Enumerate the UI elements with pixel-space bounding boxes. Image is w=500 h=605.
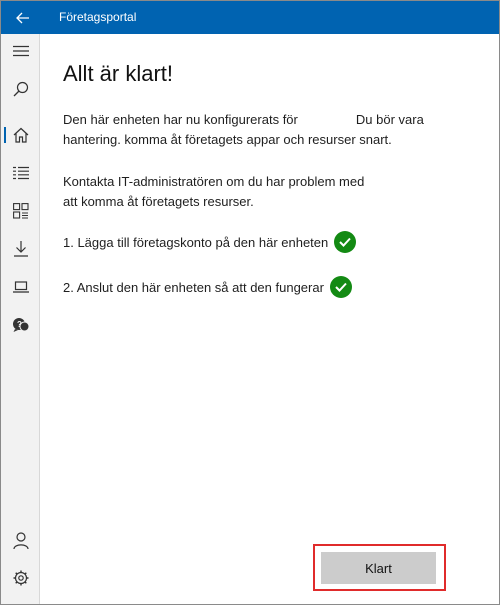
hamburger-menu-button[interactable] [1,34,40,68]
sidebar-item-devices[interactable] [1,270,40,304]
user-icon [12,531,29,549]
contact-admin-message: Kontakta IT-administratören om du har pr… [63,172,463,212]
checkmark-icon [329,276,352,298]
contact-admin-part2: att komma åt företagets resurser. [63,194,254,209]
hamburger-menu-icon [12,45,29,57]
setup-message-part1: Den här enheten har nu konfigurerats för [63,112,298,127]
app-window: Företagsportal ? Allt är klart! Den här … [0,0,500,605]
page-title: Allt är klart! [63,61,174,86]
sidebar-item-home[interactable] [1,118,40,152]
sidebar-item-search[interactable] [1,72,40,106]
sidebar-item-apps[interactable] [1,194,40,228]
list-icon [12,166,29,180]
step-label: 1. Lägga till företagskonto på den här e… [63,234,329,250]
help-chat-icon: ? [12,318,29,332]
setup-message-part3: hantering. komma åt företagets appar och… [63,132,392,147]
done-button[interactable]: Klart [321,552,436,584]
svg-text:?: ? [17,320,22,329]
step-connect-device: 2. Anslut den här enheten så att den fun… [63,275,352,299]
laptop-icon [12,281,29,293]
sidebar-item-list[interactable] [1,156,40,190]
sidebar-item-help[interactable]: ? [1,308,40,342]
checkmark-icon [334,231,357,253]
back-button[interactable] [1,1,45,34]
main-content: Allt är klart! Den här enheten har nu ko… [41,34,499,604]
sidebar-item-account[interactable] [1,523,40,557]
home-icon [13,127,28,143]
contact-admin-part1: Kontakta IT-administratören om du har pr… [63,174,365,189]
step-add-work-account: 1. Lägga till företagskonto på den här e… [63,230,357,254]
sidebar-item-settings[interactable] [1,561,40,595]
title-bar: Företagsportal [1,1,499,34]
sidebar: ? [1,34,40,604]
setup-message: Den här enheten har nu konfigurerats för… [63,110,463,150]
sidebar-item-downloads[interactable] [1,232,40,266]
back-arrow-icon [16,12,29,23]
setup-message-part2: Du bör vara [355,112,424,127]
step-label: 2. Anslut den här enheten så att den fun… [63,279,324,295]
window-title: Företagsportal [59,10,137,24]
download-icon [13,241,28,257]
apps-grid-icon [12,203,29,219]
search-icon [13,81,28,97]
settings-gear-icon [13,570,28,586]
